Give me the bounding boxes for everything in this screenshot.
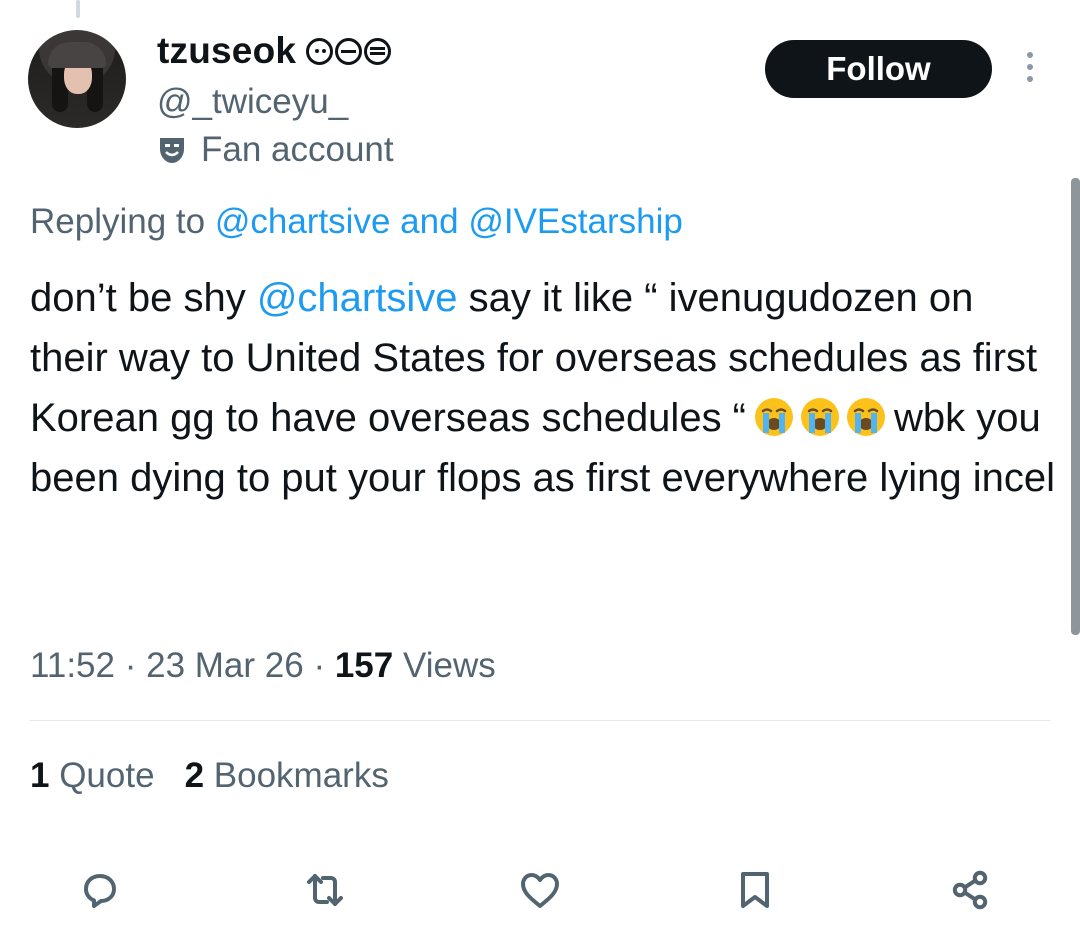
tweet-meta: 11:52 · 23 Mar 26 · 157 Views	[30, 646, 496, 686]
meta-separator: ·	[313, 646, 326, 685]
loudly-crying-face-icon	[847, 398, 885, 436]
tweet-time[interactable]: 11:52	[30, 646, 115, 685]
quotes-stat[interactable]: 1 Quote	[30, 756, 155, 796]
meta-separator: ·	[124, 646, 137, 685]
face-icon	[306, 37, 334, 65]
divider	[30, 720, 1050, 721]
bookmarks-stat[interactable]: 2 Bookmarks	[185, 756, 389, 796]
tweet-text: don’t be shy @chartsive say it like “ iv…	[30, 268, 1055, 508]
reply-icon	[84, 874, 116, 908]
like-icon	[521, 873, 559, 908]
share-button[interactable]	[940, 860, 1000, 920]
action-bar	[0, 860, 1080, 920]
views-count: 157	[334, 646, 394, 685]
tweet-stats: 1 Quote 2 Bookmarks	[30, 756, 389, 796]
equals-circle-icon	[364, 37, 392, 65]
loudly-crying-face-icon	[801, 398, 839, 436]
reply-context-prefix: Replying to	[30, 202, 206, 241]
emoji-group	[752, 395, 888, 439]
scrollbar[interactable]	[1071, 178, 1080, 635]
tweet-mention[interactable]: @chartsive	[257, 276, 458, 320]
quotes-count: 1	[30, 756, 50, 795]
display-name-text: tzuseok	[157, 30, 297, 71]
minus-circle-icon	[335, 37, 363, 65]
tweet-date[interactable]: 23 Mar 26	[146, 646, 304, 685]
theater-mask-icon	[160, 138, 184, 163]
bookmark-button[interactable]	[725, 860, 785, 920]
more-options-icon[interactable]	[1022, 52, 1038, 88]
author-display-name[interactable]: tzuseok	[157, 30, 392, 72]
reply-mention-chartsive[interactable]: @chartsive	[215, 202, 391, 241]
reply-button[interactable]	[70, 860, 130, 920]
follow-button[interactable]: Follow	[765, 40, 992, 98]
reply-context-joiner: and	[400, 202, 459, 241]
share-icon	[952, 870, 988, 910]
reply-context: Replying to @chartsive and @IVEstarship	[30, 202, 683, 242]
loudly-crying-face-icon	[755, 398, 793, 436]
thread-connector-line	[76, 0, 80, 18]
views-label: Views	[402, 646, 496, 685]
retweet-icon	[307, 874, 343, 906]
fan-account-text: Fan account	[201, 130, 394, 169]
bookmark-icon	[741, 872, 769, 908]
tweet-text-part1: don’t be shy	[30, 276, 257, 320]
avatar[interactable]	[28, 30, 126, 128]
quotes-label: Quote	[59, 756, 155, 795]
author-handle[interactable]: @_twiceyu_	[157, 82, 348, 122]
bookmarks-count: 2	[184, 756, 205, 795]
fan-account-label: Fan account	[157, 130, 394, 170]
retweet-button[interactable]	[295, 860, 355, 920]
reply-mention-ivestarship[interactable]: @IVEstarship	[468, 202, 683, 241]
bookmarks-label: Bookmarks	[213, 756, 389, 795]
like-button[interactable]	[510, 860, 570, 920]
